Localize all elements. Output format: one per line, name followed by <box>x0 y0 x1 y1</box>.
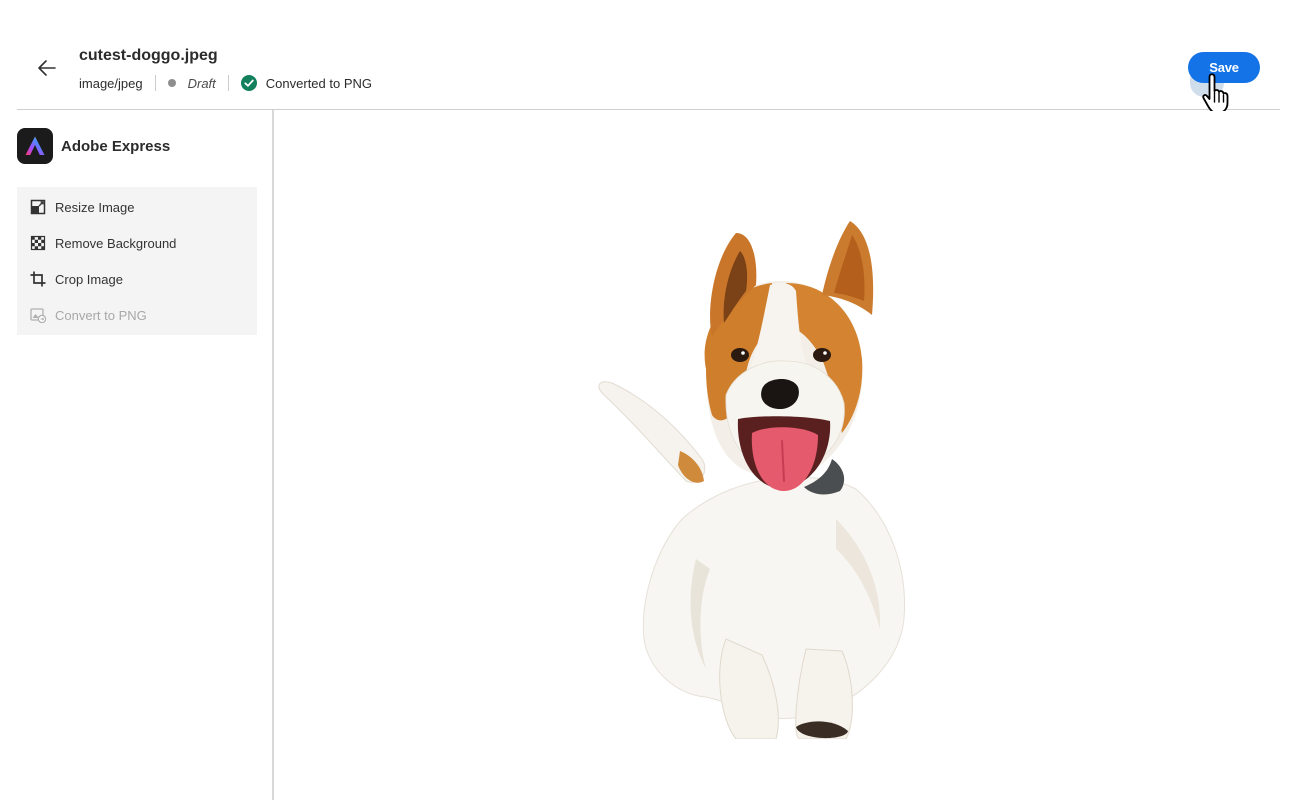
status-dot-icon <box>167 79 176 87</box>
arrow-left-icon <box>38 60 56 76</box>
tool-label: Resize Image <box>55 199 135 215</box>
resize-icon <box>30 199 46 215</box>
checkmark-circle-icon <box>240 75 257 91</box>
divider <box>154 75 156 91</box>
brand-name: Adobe Express <box>61 137 171 155</box>
convert-image-icon <box>30 308 46 323</box>
top-header: cutest-doggo.jpeg image/jpeg Draft Conve… <box>17 0 1280 110</box>
conversion-status: Converted to PNG <box>265 75 372 91</box>
sidebar: Adobe Express Resize Image Remove Backgr… <box>0 110 274 800</box>
tool-list: Resize Image Remove Background Crop Imag… <box>17 187 257 335</box>
checkerboard-icon <box>30 235 46 251</box>
tool-crop-image[interactable]: Crop Image <box>17 261 257 297</box>
tool-remove-background[interactable]: Remove Background <box>17 225 257 261</box>
tool-resize-image[interactable]: Resize Image <box>17 189 257 225</box>
tool-label: Convert to PNG <box>55 307 147 323</box>
draft-status: Draft <box>187 75 216 91</box>
tool-label: Crop Image <box>55 271 123 287</box>
back-button[interactable] <box>35 56 59 80</box>
divider <box>227 75 229 91</box>
tool-label: Remove Background <box>55 235 177 251</box>
file-meta-row: image/jpeg Draft Converted to PNG <box>79 74 372 92</box>
file-name: cutest-doggo.jpeg <box>79 47 218 64</box>
dog-image <box>598 221 906 739</box>
tool-convert-to-png: Convert to PNG <box>17 297 257 333</box>
hand-pointer-cursor-icon <box>1202 73 1229 114</box>
mime-type: image/jpeg <box>79 75 143 91</box>
adobe-express-logo-icon <box>17 128 53 164</box>
express-a-glyph-icon <box>25 136 45 155</box>
image-canvas <box>276 111 1300 800</box>
brand: Adobe Express <box>17 128 170 164</box>
crop-icon <box>30 271 46 287</box>
